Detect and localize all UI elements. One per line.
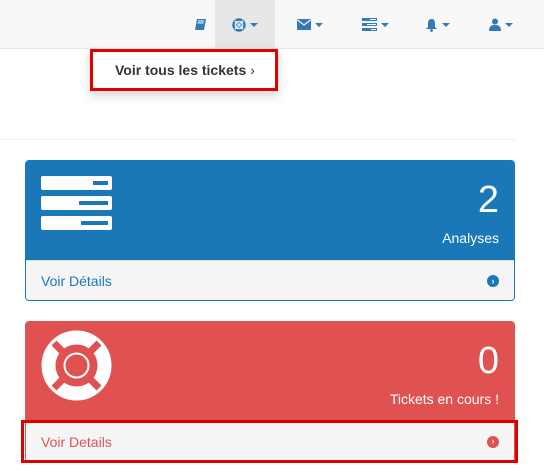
arrow-circle-right-icon: › — [487, 435, 499, 448]
user-icon — [488, 18, 501, 31]
chevron-down-icon — [380, 22, 389, 27]
tickets-count: 0 — [477, 340, 499, 382]
life-ring-icon — [41, 330, 112, 401]
analyses-panel: 2 Analyses Voir Détails › — [25, 160, 515, 301]
view-all-tickets-menu-item[interactable]: Voir tous les tickets › — [90, 49, 278, 91]
view-all-tickets-label: Voir tous les tickets — [115, 62, 247, 78]
chevron-right-icon: › — [250, 62, 255, 78]
analyses-label: Analyses — [442, 230, 499, 246]
tasks-icon — [361, 18, 377, 31]
nav-support-dropdown[interactable] — [215, 0, 275, 49]
tickets-details-label: Voir Details — [41, 433, 112, 450]
chevron-down-icon — [442, 22, 450, 27]
analyses-details-link[interactable]: Voir Détails › — [26, 260, 514, 300]
analyses-details-label: Voir Détails — [41, 273, 112, 289]
envelope-icon — [297, 19, 311, 30]
nav-user-dropdown[interactable] — [478, 0, 523, 49]
nav-tasks-dropdown[interactable] — [350, 0, 400, 49]
tickets-panel: 0 Tickets en cours ! Voir Details › — [25, 321, 515, 462]
tickets-details-link[interactable]: Voir Details › — [26, 421, 514, 461]
nav-messages-dropdown[interactable] — [285, 0, 335, 49]
tickets-panel-heading: 0 Tickets en cours ! — [26, 322, 514, 421]
arrow-circle-right-icon: › — [487, 275, 499, 287]
chevron-down-icon — [504, 22, 513, 27]
chevron-down-icon — [315, 22, 323, 27]
analyses-panel-heading: 2 Analyses — [26, 161, 514, 260]
top-navbar — [0, 0, 544, 49]
server-icon — [41, 176, 112, 230]
analyses-count: 2 — [477, 179, 499, 221]
chevron-down-icon — [250, 22, 258, 27]
nav-alerts-dropdown[interactable] — [415, 0, 460, 49]
life-ring-icon — [232, 17, 246, 32]
nav-docs-button[interactable] — [185, 0, 215, 49]
bell-icon — [426, 18, 437, 32]
divider — [0, 139, 515, 140]
tickets-label: Tickets en cours ! — [389, 391, 499, 407]
book-icon — [194, 19, 206, 30]
